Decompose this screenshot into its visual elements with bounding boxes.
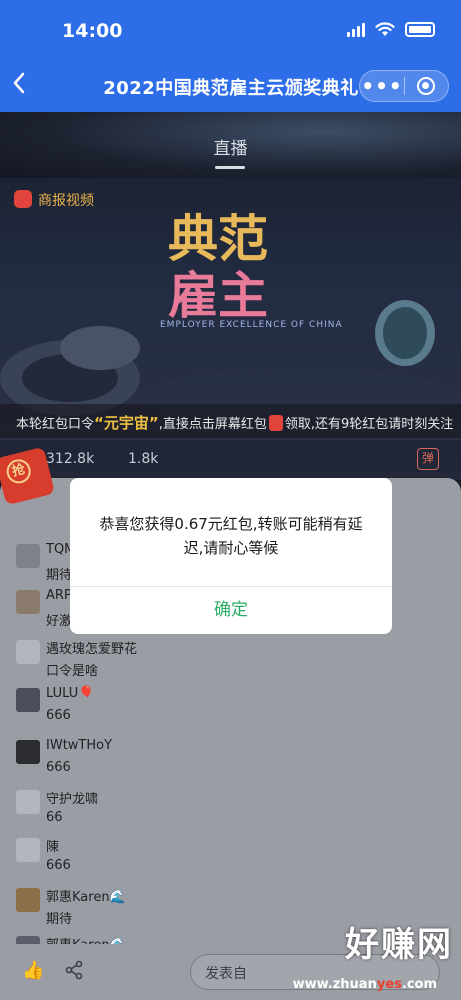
danmu-toggle-button[interactable]: 弹: [417, 448, 439, 470]
logo-line1: 典范: [168, 210, 268, 268]
viewer-count-value: 312.8k: [46, 451, 95, 467]
watermark-logo: 好赚网: [345, 925, 453, 965]
red-packet-char: 抢: [4, 456, 34, 486]
comment-author: 陳: [46, 840, 60, 855]
comment-author: ARP: [46, 588, 72, 603]
cellular-signal-icon: [347, 22, 365, 37]
target-icon: [417, 77, 436, 95]
avatar: [16, 590, 40, 614]
channel-logo: [14, 190, 32, 208]
comment-text: 好激: [46, 614, 73, 629]
notice-mid: ,直接点击屏幕红包: [158, 417, 267, 432]
avatar: [16, 688, 40, 712]
share-icon[interactable]: [64, 960, 86, 982]
dialog-message: 恭喜您获得0.67元红包,转账可能稍有延迟,请耐心等候: [99, 515, 363, 557]
stats-row: 312.8k 1.8k 弹: [0, 440, 461, 480]
tab-strip: 直播: [0, 112, 461, 178]
status-time: 14:00: [62, 20, 123, 42]
thumbs-up-icon[interactable]: 👍: [22, 960, 44, 982]
red-packet-icon: [268, 415, 283, 431]
close-miniprogram-button[interactable]: [405, 77, 448, 95]
comment-text: 66: [46, 810, 63, 825]
comment-author: 郭惠Karen🌊: [46, 890, 126, 905]
wifi-icon: [375, 22, 395, 36]
live-video[interactable]: 商报视频 典范 雇主 EMPLOYER EXCELLENCE OF CHINA …: [0, 178, 461, 440]
comment-author: 遇玫瑰怎爱野花: [46, 642, 138, 657]
list-item: LULU🎈 666: [16, 686, 446, 746]
comment-text: 期待: [46, 912, 73, 927]
comment-text: 期待: [46, 568, 73, 583]
avatar: [16, 544, 40, 568]
tab-live[interactable]: 直播: [0, 134, 461, 159]
logo-line2: 雇主: [168, 267, 268, 325]
comment-text: 666: [46, 760, 71, 775]
red-packet-notice: 本轮红包口令“元宇宙”,直接点击屏幕红包 领取,还有9轮红包请时刻关注: [0, 404, 461, 438]
notice-keyword: “元宇宙”: [94, 414, 159, 432]
nav-bar: 2022中国典范雇主云颁奖典礼 •••: [0, 60, 461, 112]
red-packet-dialog: 恭喜您获得0.67元红包,转账可能稍有延迟,请耐心等候 确定: [70, 478, 392, 634]
avatar: [16, 838, 40, 862]
comment-text: 666: [46, 858, 71, 873]
comment-author: IWtwTHoY: [46, 738, 113, 753]
share-glyph: [65, 960, 83, 980]
notice-prefix: 本轮红包口令: [16, 417, 95, 432]
avatar: [16, 888, 40, 912]
battery-icon: [405, 22, 435, 37]
notice-suffix: 领取,还有9轮红包请时刻关注: [284, 417, 454, 432]
status-bar: 14:00: [0, 0, 461, 60]
like-count: 1.8k: [128, 451, 159, 467]
event-logo: 典范 雇主: [168, 210, 268, 325]
page-title: 2022中国典范雇主云颁奖典礼: [103, 78, 359, 99]
confirm-button[interactable]: 确定: [70, 587, 392, 634]
back-button[interactable]: [12, 72, 40, 100]
avatar: [16, 790, 40, 814]
tab-underline: [215, 166, 245, 169]
watermark-url: www.zhuanyes.com: [292, 977, 437, 992]
more-button[interactable]: •••: [360, 76, 404, 96]
avatar: [16, 640, 40, 664]
avatar: [16, 740, 40, 764]
miniprogram-capsule: •••: [359, 70, 449, 102]
comment-author: LULU🎈: [46, 686, 95, 701]
channel-name: 商报视频: [38, 193, 94, 209]
comment-author: 守护龙啸: [46, 792, 99, 807]
comment-text: 口令是啥: [46, 664, 99, 679]
status-icons: [347, 22, 435, 37]
logo-caption: EMPLOYER EXCELLENCE OF CHINA: [160, 320, 343, 330]
chevron-left-icon: [13, 72, 25, 94]
comment-text: 666: [46, 708, 71, 723]
